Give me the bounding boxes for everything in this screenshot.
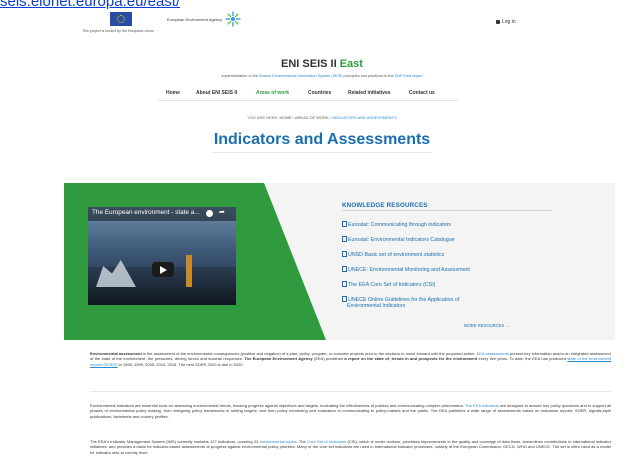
site-title: ENI SEIS II East [0,58,644,70]
breadcrumb-current: INDICATORS AND ASSESSMENTS [332,115,397,120]
text-run: Environmental indicators are essential t… [90,403,465,408]
document-icon [342,236,347,242]
enp-east-link[interactable]: ENP East region [395,74,423,78]
breadcrumb-areas-of-work[interactable]: AREAS OF WORK [295,115,329,120]
paragraph-assessment: Environmental assessment is the assessme… [90,351,611,367]
document-icon [342,221,347,227]
eea-logo-icon [225,11,241,27]
nav-divider [158,100,458,101]
video-titlebar: The European environment - state a... ➦ [88,207,236,221]
text-run: . The [296,439,308,444]
top-bar: This project is funded by the European U… [0,10,644,40]
lock-icon [496,19,500,24]
nav-item-countries[interactable]: Countries [308,90,331,96]
document-icon [342,251,347,257]
knowledge-resources-heading: KNOWLEDGE RESOURCES [342,202,428,209]
subtitle-pre: Implementation of the [221,74,259,78]
breadcrumb-separator: › [329,115,332,120]
resource-link[interactable]: The EEA Core Set of Indicators (CSI) [342,281,435,288]
eea-label: European Environment Agency [167,17,223,22]
seis-link[interactable]: Shared Environmental Information System … [259,74,343,78]
page-title: Indicators and Assessments [213,131,431,148]
eea-assessments-link[interactable]: EEA assessments [477,351,509,356]
site-title-accent: East [339,58,363,70]
nav-item-about[interactable]: About ENI SEIS II [196,90,237,96]
text-run: is the assessment of the environmental c… [141,351,477,356]
content-divider [90,391,611,392]
resource-link[interactable]: UNECE: Environmental Monitoring and Asse… [342,266,470,273]
paragraph-ims: The EEA's Indicator Management System (I… [90,439,611,455]
resource-label: UNECE: Environmental Monitoring and Asse… [348,267,470,273]
hero-section: The European environment - state a... ➦ … [64,183,615,340]
text-run: (EEA) publishes [312,356,345,362]
site-title-main: ENI SEIS II [281,58,340,70]
document-icon [342,266,347,272]
knowledge-resources-divider [342,210,552,211]
more-resources-link[interactable]: MORE RESOURCES → [464,323,510,328]
resource-label: Eurostat: Environmental Indicators Catal… [348,237,455,243]
url-link[interactable]: seis.eionet.europa.eu/east/ [0,0,300,9]
core-set-link[interactable]: Core Set of Indicators [307,439,346,444]
resource-label: The EEA Core Set of Indicators (CSI) [348,282,436,288]
breadcrumb-home[interactable]: HOME [279,115,291,120]
nav-item-related-initiatives[interactable]: Related initiatives [348,90,391,96]
paragraph-indicators: Environmental indicators are essential t… [90,403,611,419]
resource-link[interactable]: Eurostat: Communicating through indicato… [342,221,451,228]
text-run: The EEA's Indicator Management System (I… [90,439,260,444]
play-button[interactable] [152,262,174,277]
environmental-topics-link[interactable]: environmental topics [260,439,297,444]
document-icon [342,281,347,287]
nav-item-home[interactable]: Home [166,90,180,96]
breadcrumb-prefix: YOU ARE HERE: [247,115,279,120]
text-run: every five years. To date, the EEA has p… [477,356,568,362]
term-bold: Environmental assessment [90,351,142,356]
nav-item-contact[interactable]: Contact us [409,90,435,96]
document-icon [342,296,347,302]
breadcrumb-separator: › [292,115,294,120]
subtitle-mid: principles and practices in the [342,74,395,78]
resource-label-continued[interactable]: Environmental Indicators [347,303,405,309]
site-subtitle: Implementation of the Shared Environment… [0,74,644,78]
title-divider [213,152,431,153]
resource-link[interactable]: UNSD Basic set of environment statistics [342,251,444,258]
breadcrumb: YOU ARE HERE: HOME › AREAS OF WORK › IND… [0,115,644,120]
eu-flag-icon [110,12,132,26]
video-player[interactable]: The European environment - state a... ➦ [88,207,236,305]
login-label: Log in [502,19,516,25]
term-bold: a report on the state of, trends in and … [344,356,478,362]
resource-link[interactable]: Eurostat: Environmental Indicators Catal… [342,236,455,243]
eea-indicators-link[interactable]: The EEA indicators [465,403,499,408]
resource-label: Eurostat: Communicating through indicato… [348,222,452,228]
resource-label: UNSD Basic set of environment statistics [348,252,445,258]
nav-item-areas-of-work[interactable]: Areas of work [256,90,289,96]
eu-funding-caption: This project is funded by the European U… [82,29,154,33]
text-run: in 1995, 1999, 2005, 2010, 2015. The nex… [117,361,244,367]
watch-later-icon[interactable] [206,210,213,217]
share-icon[interactable]: ➦ [219,208,225,216]
login-link[interactable]: Log in [496,19,516,25]
resource-link[interactable]: UNECE Online Guidelines for the Applicat… [342,296,459,303]
term-bold: The European Environment Agency [244,356,313,362]
video-title[interactable]: The European environment - state a... [92,209,200,216]
